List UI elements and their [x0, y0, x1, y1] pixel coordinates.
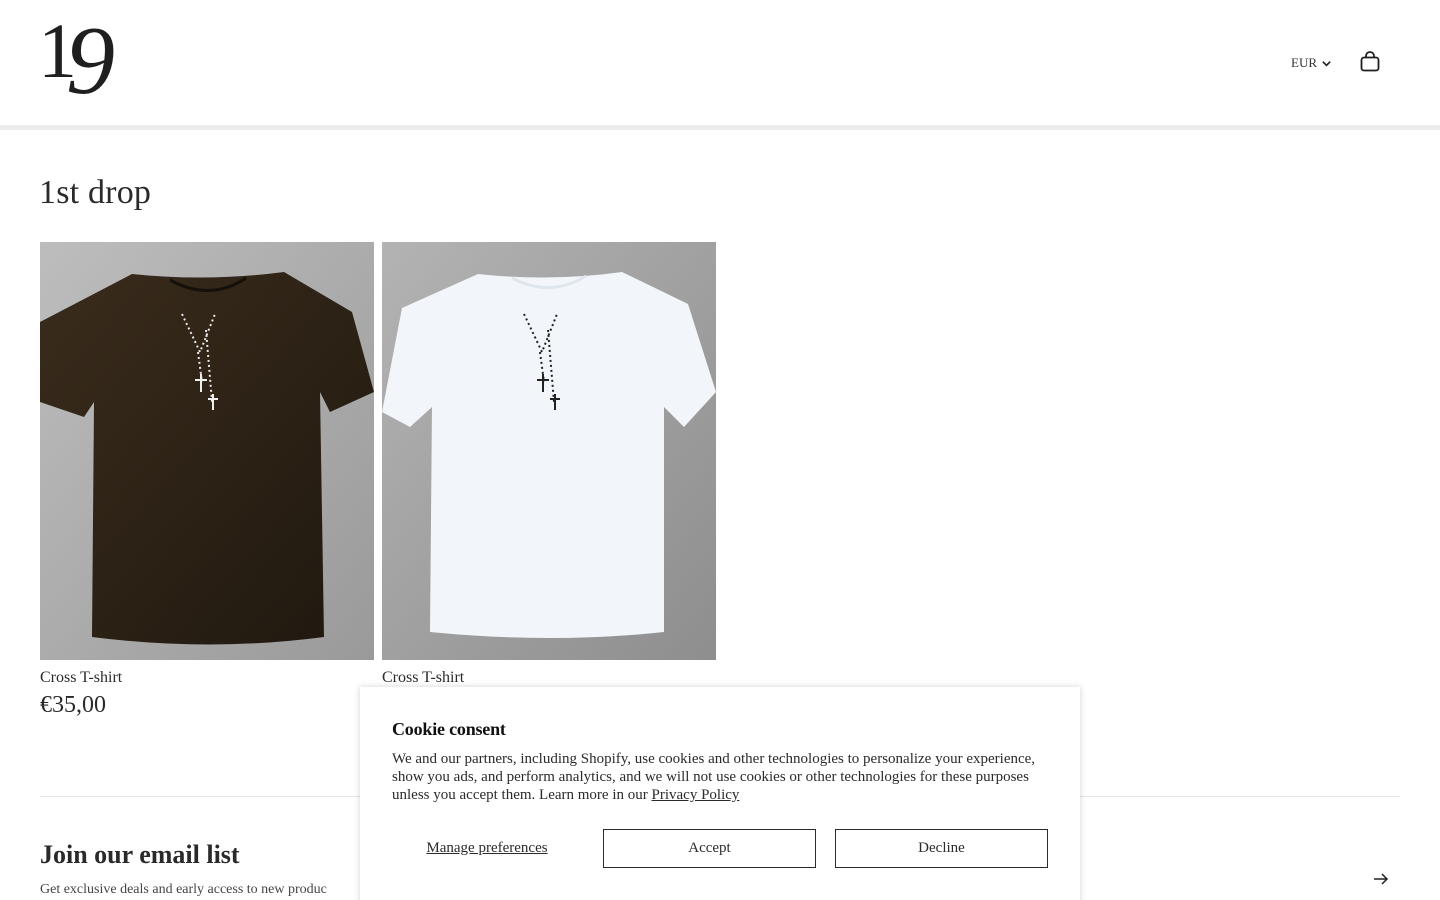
logo-digit-2: 9	[66, 7, 115, 115]
site-header: 1 9 EUR	[0, 0, 1440, 125]
logo[interactable]: 1 9	[38, 7, 128, 115]
accept-button[interactable]: Accept	[603, 829, 816, 868]
product-price: €35,00	[40, 692, 106, 718]
shopping-bag-icon[interactable]	[1358, 50, 1382, 74]
cookie-consent-banner: Cookie consent We and our partners, incl…	[360, 687, 1080, 900]
newsletter-title: Join our email list	[40, 840, 240, 869]
product-card[interactable]: Cross T-shirt	[382, 242, 716, 686]
product-card[interactable]: Cross T-shirt €35,00	[40, 242, 374, 718]
header-divider	[0, 125, 1440, 130]
cookie-title: Cookie consent	[392, 719, 506, 739]
manage-preferences-button[interactable]: Manage preferences	[392, 829, 582, 867]
arrow-right-icon[interactable]	[1372, 870, 1390, 888]
product-image[interactable]	[382, 242, 716, 660]
chevron-down-icon	[1322, 60, 1331, 67]
cookie-description: We and our partners, including Shopify, …	[392, 750, 1052, 804]
product-image[interactable]	[40, 242, 374, 660]
product-name[interactable]: Cross T-shirt	[382, 669, 464, 687]
collection-title: 1st drop	[39, 174, 152, 211]
privacy-policy-link[interactable]: Privacy Policy	[652, 787, 740, 803]
decline-button[interactable]: Decline	[835, 829, 1048, 868]
newsletter-subtitle: Get exclusive deals and early access to …	[40, 882, 327, 897]
currency-label: EUR	[1291, 55, 1317, 70]
product-name[interactable]: Cross T-shirt	[40, 669, 122, 687]
currency-selector[interactable]: EUR	[1291, 53, 1332, 73]
